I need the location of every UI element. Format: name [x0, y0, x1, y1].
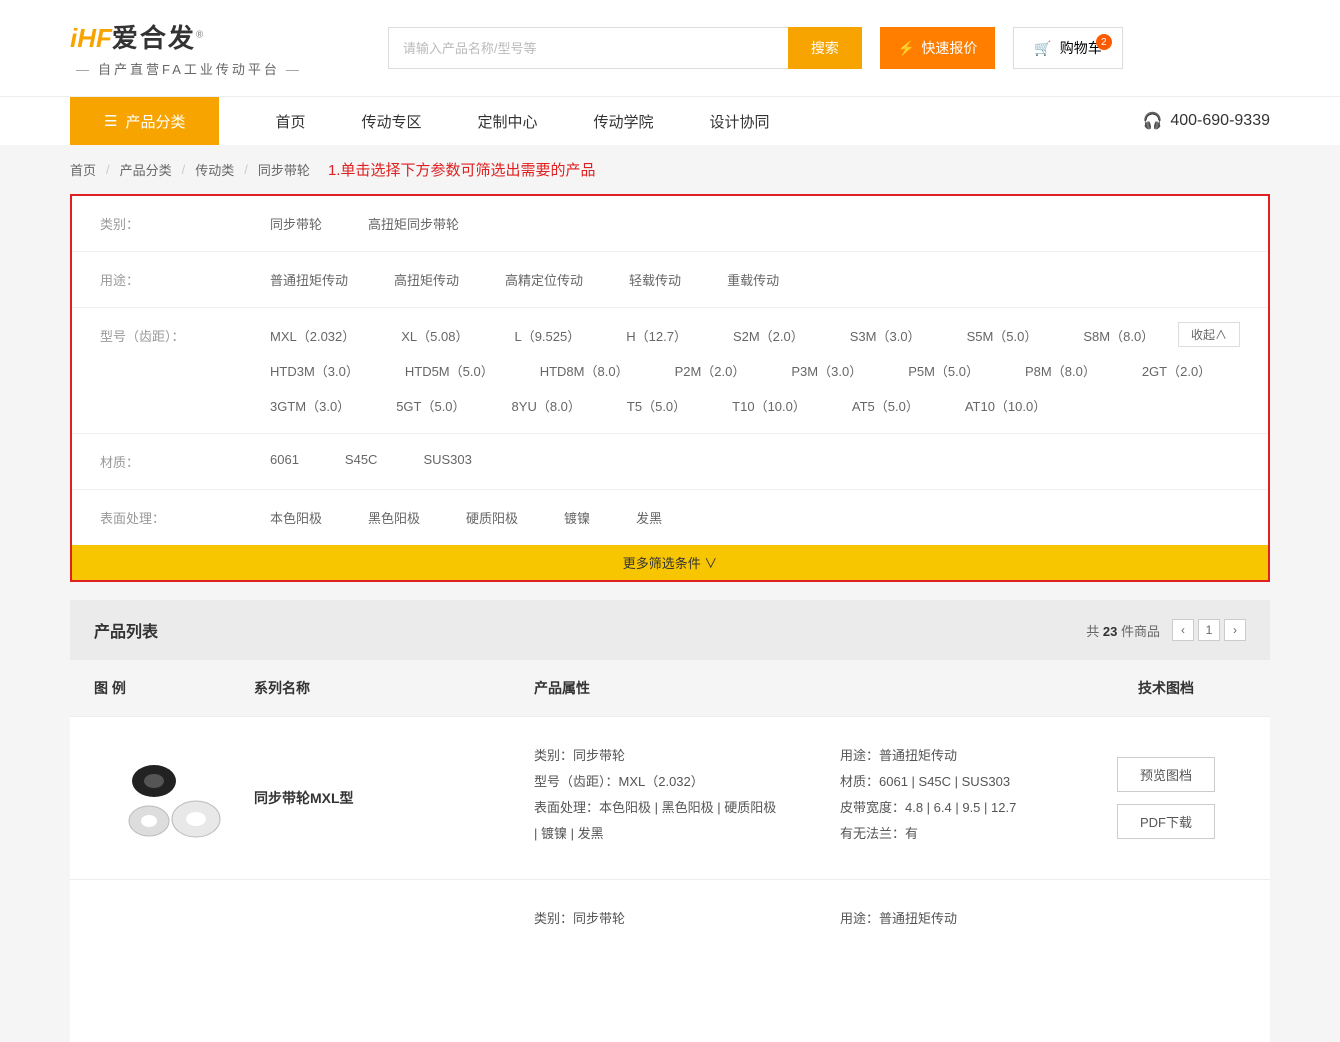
filter-label-4: 表面处理：: [100, 508, 270, 527]
nav-link-2[interactable]: 定制中心: [478, 111, 538, 132]
menu-icon: ☰: [104, 112, 117, 130]
product-count: 共 23 件商品: [1086, 621, 1160, 640]
logo-cn: 爱合发: [112, 23, 196, 53]
filter-opt-3-1[interactable]: S45C: [345, 452, 378, 471]
pager-page: 1: [1198, 619, 1220, 641]
search-button[interactable]: 搜索: [788, 27, 862, 69]
filter-opt-3-2[interactable]: SUS303: [423, 452, 471, 471]
filter-opt-1-4[interactable]: 重载传动: [727, 270, 779, 289]
th-doc: 技术图档: [1086, 678, 1246, 698]
filter-opt-4-4[interactable]: 发黑: [636, 508, 662, 527]
search-box: 搜索: [388, 27, 862, 69]
filter-opt-4-2[interactable]: 硬质阳极: [466, 508, 518, 527]
filter-opt-2-18[interactable]: 8YU（8.0）: [512, 396, 581, 415]
breadcrumb-2[interactable]: 传动类: [195, 160, 234, 179]
preview-doc-button[interactable]: 预览图档: [1117, 757, 1215, 792]
filter-opt-2-11[interactable]: P2M（2.0）: [675, 361, 746, 380]
filter-opt-2-9[interactable]: HTD5M（5.0）: [405, 361, 494, 380]
filter-opt-2-5[interactable]: S3M（3.0）: [850, 326, 921, 345]
filter-opt-2-3[interactable]: H（12.7）: [626, 326, 687, 345]
nav-category-button[interactable]: ☰ 产品分类: [70, 97, 219, 145]
quick-quote-button[interactable]: ⚡ 快速报价: [880, 27, 995, 69]
filter-opt-2-14[interactable]: P8M（8.0）: [1025, 361, 1096, 380]
filter-label-0: 类别：: [100, 214, 270, 233]
cart-icon: 🛒: [1034, 40, 1051, 57]
cart-button[interactable]: 🛒 购物车 2: [1013, 27, 1122, 69]
product-image[interactable]: [94, 743, 254, 853]
filter-label-2: 型号（齿距）：: [100, 326, 270, 415]
filter-opt-1-2[interactable]: 高精定位传动: [505, 270, 583, 289]
filter-opt-2-0[interactable]: MXL（2.032）: [270, 326, 355, 345]
cart-badge: 2: [1096, 34, 1112, 50]
filter-label-1: 用途：: [100, 270, 270, 289]
filter-opt-0-1[interactable]: 高扭矩同步带轮: [368, 214, 459, 233]
filter-opt-4-3[interactable]: 镀镍: [564, 508, 590, 527]
phone-number: 400-690-9339: [1170, 112, 1270, 130]
breadcrumb-3[interactable]: 同步带轮: [258, 160, 310, 179]
th-image: 图 例: [94, 678, 254, 698]
filter-opt-2-15[interactable]: 2GT（2.0）: [1142, 361, 1211, 380]
pager-next[interactable]: ›: [1224, 619, 1246, 641]
filter-opt-2-16[interactable]: 3GTM（3.0）: [270, 396, 350, 415]
filter-opt-1-1[interactable]: 高扭矩传动: [394, 270, 459, 289]
filter-opt-2-20[interactable]: T10（10.0）: [732, 396, 806, 415]
product-list-title: 产品列表: [94, 618, 158, 642]
headset-icon: 🎧: [1142, 111, 1162, 131]
th-attr: 产品属性: [534, 678, 1086, 698]
filter-opt-2-7[interactable]: S8M（8.0）: [1083, 326, 1154, 345]
th-name: 系列名称: [254, 678, 534, 698]
nav-link-3[interactable]: 传动学院: [594, 111, 654, 132]
filter-opt-1-3[interactable]: 轻载传动: [629, 270, 681, 289]
product-name[interactable]: 同步带轮MXL型: [254, 743, 534, 853]
filter-panel: 类别：同步带轮 高扭矩同步带轮用途：普通扭矩传动 高扭矩传动 高精定位传动 轻载传动 重载…: [70, 194, 1270, 582]
filter-opt-2-8[interactable]: HTD3M（3.0）: [270, 361, 359, 380]
breadcrumb-tip: 1.单击选择下方参数可筛选出需要的产品: [328, 159, 596, 180]
product-name[interactable]: [254, 906, 534, 1016]
breadcrumb-0[interactable]: 首页: [70, 160, 96, 179]
nav-link-1[interactable]: 传动专区: [361, 111, 421, 132]
nav-category-label: 产品分类: [125, 111, 185, 132]
lightning-icon: ⚡: [898, 40, 915, 57]
filter-opt-4-1[interactable]: 黑色阳极: [368, 508, 420, 527]
collapse-button[interactable]: 收起∧: [1178, 322, 1240, 347]
quick-quote-label: 快速报价: [921, 38, 977, 58]
nav-link-0[interactable]: 首页: [275, 111, 305, 132]
product-image[interactable]: [94, 906, 254, 1016]
filter-opt-1-0[interactable]: 普通扭矩传动: [270, 270, 348, 289]
filter-opt-2-12[interactable]: P3M（3.0）: [791, 361, 862, 380]
logo: iHF爱合发® 自产直营FA工业传动平台: [70, 18, 308, 78]
filter-opt-2-4[interactable]: S2M（2.0）: [733, 326, 804, 345]
nav-link-4[interactable]: 设计协同: [710, 111, 770, 132]
more-filter-button[interactable]: 更多筛选条件 ∨: [72, 545, 1268, 580]
pdf-download-button[interactable]: PDF下载: [1117, 804, 1215, 839]
filter-opt-3-0[interactable]: 6061: [270, 452, 299, 471]
breadcrumb-1[interactable]: 产品分类: [120, 160, 172, 179]
logo-reg: ®: [196, 29, 203, 40]
filter-opt-2-13[interactable]: P5M（5.0）: [908, 361, 979, 380]
filter-opt-0-0[interactable]: 同步带轮: [270, 214, 322, 233]
filter-opt-2-21[interactable]: AT5（5.0）: [852, 396, 919, 415]
filter-opt-2-19[interactable]: T5（5.0）: [627, 396, 686, 415]
pager-prev[interactable]: ‹: [1172, 619, 1194, 641]
filter-opt-2-1[interactable]: XL（5.08）: [401, 326, 468, 345]
filter-opt-2-22[interactable]: AT10（10.0）: [965, 396, 1046, 415]
filter-opt-2-2[interactable]: L（9.525）: [514, 326, 580, 345]
filter-opt-2-10[interactable]: HTD8M（8.0）: [540, 361, 629, 380]
filter-opt-4-0[interactable]: 本色阳极: [270, 508, 322, 527]
filter-opt-2-6[interactable]: S5M（5.0）: [967, 326, 1038, 345]
filter-label-3: 材质：: [100, 452, 270, 471]
filter-opt-2-17[interactable]: 5GT（5.0）: [396, 396, 465, 415]
search-input[interactable]: [388, 27, 788, 69]
logo-ihf: iHF: [70, 23, 112, 53]
phone: 🎧 400-690-9339: [1142, 111, 1270, 131]
logo-subtitle: 自产直营FA工业传动平台: [70, 59, 308, 78]
